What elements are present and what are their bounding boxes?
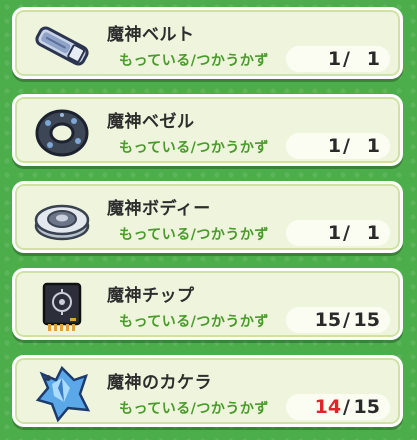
count-separator: / — [343, 396, 350, 418]
material-card-belt[interactable]: 魔神ベルト もっている/つかうかず 1 / 1 — [12, 7, 403, 79]
owned-count: 1 — [327, 48, 342, 70]
owned-used-label: もっている/つかうかず — [119, 53, 269, 69]
count-display: 14 / 15 — [286, 394, 390, 420]
item-name: 魔神ベルト — [107, 25, 195, 45]
bezel-icon — [33, 104, 91, 162]
material-card-bezel[interactable]: 魔神ベゼル もっている/つかうかず 1 / 1 — [12, 94, 403, 166]
owned-count-short: 14 — [314, 396, 342, 418]
material-card-chip[interactable]: 魔神チップ もっている/つかうかず 15 / 15 — [12, 268, 403, 340]
required-count: 15 — [353, 309, 380, 331]
required-count: 1 — [366, 222, 380, 244]
owned-count: 15 — [314, 309, 342, 331]
material-card-body[interactable]: 魔神ボディー もっている/つかうかず 1 / 1 — [12, 181, 403, 253]
body-icon — [33, 191, 91, 249]
required-count: 1 — [366, 135, 380, 157]
owned-used-label: もっている/つかうかず — [119, 140, 269, 156]
count-display: 15 / 15 — [286, 307, 390, 333]
count-display: 1 / 1 — [286, 133, 390, 159]
required-count: 1 — [366, 48, 380, 70]
owned-used-label: もっている/つかうかず — [119, 227, 269, 243]
count-separator: / — [343, 135, 350, 157]
owned-used-label: もっている/つかうかず — [119, 401, 269, 417]
belt-icon — [33, 17, 91, 75]
count-separator: / — [343, 309, 350, 331]
count-display: 1 / 1 — [286, 46, 390, 72]
item-name: 魔神ベゼル — [107, 112, 195, 132]
material-card-shard[interactable]: 魔神のカケラ もっている/つかうかず 14 / 15 — [12, 355, 403, 427]
count-separator: / — [343, 48, 350, 70]
owned-used-label: もっている/つかうかず — [119, 314, 269, 330]
owned-count: 1 — [327, 135, 342, 157]
shard-icon — [33, 365, 91, 423]
count-separator: / — [343, 222, 350, 244]
owned-count: 1 — [327, 222, 342, 244]
required-count: 15 — [353, 396, 380, 418]
item-name: 魔神チップ — [107, 286, 195, 306]
item-name: 魔神のカケラ — [107, 373, 212, 393]
item-name: 魔神ボディー — [107, 199, 211, 219]
chip-icon — [33, 278, 91, 336]
count-display: 1 / 1 — [286, 220, 390, 246]
